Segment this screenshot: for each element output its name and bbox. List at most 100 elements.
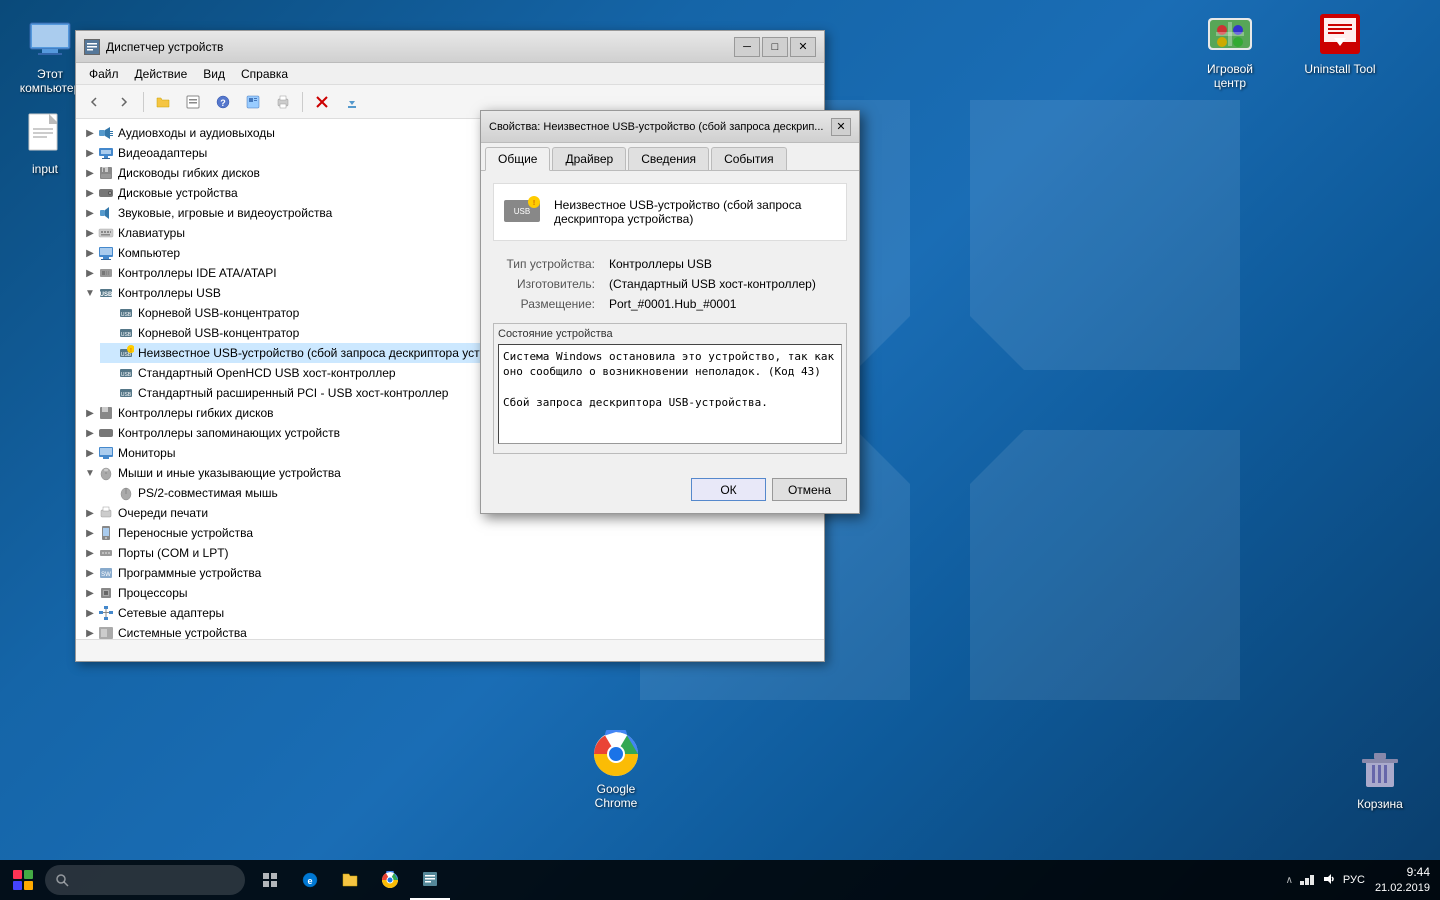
icon-pci-usb: USB [118,385,134,401]
device-status-group: Состояние устройства Система Windows ост… [493,323,847,454]
desktop-icon-uninstall[interactable]: Uninstall Tool [1300,10,1380,76]
label-pci-usb: Стандартный расширенный PCI - USB хост-к… [138,386,448,400]
icon-portable [98,525,114,541]
label-monitors: Мониторы [118,446,175,460]
cancel-button[interactable]: Отмена [772,478,847,501]
manufacturer-label: Изготовитель: [493,277,603,291]
win-pane-blue [13,881,22,890]
devmgr-statusbar [76,639,824,661]
label-usb-hub-1: Корневой USB-концентратор [138,306,299,320]
properties-dialog: Свойства: Неизвестное USB-устройство (сб… [480,110,860,514]
icon-network [98,605,114,621]
minimize-button[interactable]: ─ [734,37,760,57]
toolbar-properties[interactable] [179,88,207,116]
arrow-storage-ctrl: ▶ [82,428,98,439]
toolbar-scan[interactable] [239,88,267,116]
arrow-network: ▶ [82,608,98,619]
devmgr-title: Диспетчер устройств [106,40,734,54]
tray-lang[interactable]: РУС [1343,874,1365,886]
dialog-close-button[interactable]: ✕ [831,118,851,136]
label-audio: Аудиовходы и аудиовыходы [118,126,275,140]
label-system-devices: Системные устройства [118,626,247,639]
desktop-icon-chrome[interactable]: Google Chrome [576,730,656,811]
tab-driver[interactable]: Драйвер [552,147,626,170]
icon-usb-controllers: USB [98,285,114,301]
label-usb-unknown: Неизвестное USB-устройство (сбой запроса… [138,346,528,360]
arrow-floppy-ctrl: ▶ [82,408,98,419]
ok-button[interactable]: ОК [691,478,766,501]
toolbar-forward[interactable] [110,88,138,116]
tree-processors[interactable]: ▶ Процессоры [80,583,820,603]
win-pane-yellow [24,881,33,890]
taskbar-edge[interactable]: e [290,860,330,900]
input-file-icon [21,110,69,158]
label-sound-video: Звуковые, игровые и видеоустройства [118,206,332,220]
device-status-text: Система Windows остановила это устройств… [498,344,842,444]
icon-ports [98,545,114,561]
icon-disk-devices [98,185,114,201]
taskbar-task-view[interactable] [250,860,290,900]
window-controls: ─ □ ✕ [734,37,816,57]
device-props-grid: Тип устройства: Контроллеры USB Изготови… [493,257,847,311]
arrow-usb-unknown [102,348,118,359]
tray-chevron[interactable]: ∧ [1286,875,1293,886]
uninstall-icon [1316,10,1364,58]
manufacturer-value: (Стандартный USB хост-контроллер) [609,277,847,291]
tree-software-devices[interactable]: ▶ SW Программные устройства [80,563,820,583]
taskbar-clock[interactable]: 9:44 21.02.2019 [1375,865,1430,895]
desktop-icon-game[interactable]: Игровой центр [1190,10,1270,91]
status-legend: Состояние устройства [498,328,842,340]
label-computer: Компьютер [118,246,180,260]
taskbar-chrome[interactable] [370,860,410,900]
tree-portable[interactable]: ▶ Переносные устройства [80,523,820,543]
tree-system-devices[interactable]: ▶ Системные устройства [80,623,820,639]
taskbar-device-manager[interactable] [410,860,450,900]
menu-view[interactable]: Вид [195,65,233,83]
arrow-sound-video: ▶ [82,208,98,219]
maximize-button[interactable]: □ [762,37,788,57]
svg-text:USB: USB [514,207,530,216]
icon-ps2-mouse [118,485,134,501]
arrow-software-devices: ▶ [82,568,98,579]
dialog-buttons: ОК Отмена [481,478,859,513]
menu-action[interactable]: Действие [127,65,196,83]
arrow-usb-controllers: ▼ [82,288,98,299]
toolbar-back[interactable] [80,88,108,116]
menu-help[interactable]: Справка [233,65,296,83]
toolbar-update[interactable] [338,88,366,116]
taskbar-explorer[interactable] [330,860,370,900]
recycle-icon [1356,745,1404,793]
icon-computer [98,245,114,261]
device-header: USB ! Неизвестное USB-устройство (сбой з… [493,183,847,241]
toolbar-help[interactable]: ? [209,88,237,116]
game-icon [1206,10,1254,58]
toolbar-print[interactable] [269,88,297,116]
devmgr-titlebar-icon [84,39,100,55]
tree-network[interactable]: ▶ Сетевые адаптеры [80,603,820,623]
icon-processors [98,585,114,601]
start-button[interactable] [0,860,45,900]
desktop-icon-recycle[interactable]: Корзина [1340,745,1420,811]
mycomputer-icon [26,15,74,63]
arrow-processors: ▶ [82,588,98,599]
taskbar-search[interactable] [45,865,245,895]
tab-events[interactable]: События [711,147,787,170]
label-openhcd: Стандартный OpenHCD USB хост-контроллер [138,366,396,380]
tab-details[interactable]: Сведения [628,147,709,170]
device-icon-large: USB ! [502,192,542,232]
icon-floppy-drives [98,165,114,181]
tree-ports[interactable]: ▶ Порты (COM и LPT) [80,543,820,563]
desktop-icon-input[interactable]: input [5,110,85,176]
close-button[interactable]: ✕ [790,37,816,57]
svg-text:USB: USB [100,292,113,298]
taskbar-pinned-icons: e [250,860,450,900]
icon-sound-video [98,205,114,221]
icon-system-devices [98,625,114,639]
tab-general[interactable]: Общие [485,147,550,171]
label-keyboards: Клавиатуры [118,226,185,240]
arrow-ports: ▶ [82,548,98,559]
menu-file[interactable]: Файл [81,65,127,83]
icon-keyboards [98,225,114,241]
toolbar-delete[interactable] [308,88,336,116]
toolbar-folder[interactable] [149,88,177,116]
